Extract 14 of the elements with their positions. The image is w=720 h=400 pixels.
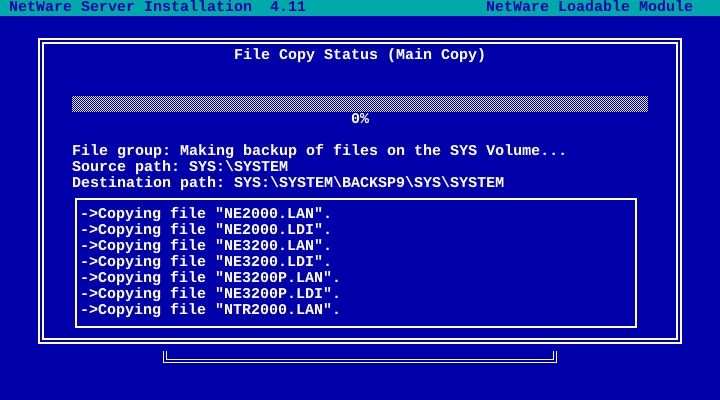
info-line: File group: Making backup of files on the SYS Volume... bbox=[72, 144, 568, 160]
log-line: ->Copying file "NE2000.LDI". bbox=[80, 223, 332, 239]
log-line: ->Copying file "NE3200P.LDI". bbox=[80, 287, 342, 303]
info-line: Destination path: SYS:\SYSTEM\BACKSP9\SYS\SYSTEM bbox=[72, 176, 504, 192]
module-label: NetWare Loadable Module bbox=[486, 0, 693, 16]
log-line: ->Copying file "NE3200.LDI". bbox=[80, 255, 332, 271]
log-line: ->Copying file "NE3200.LAN". bbox=[80, 239, 332, 255]
info-line: Source path: SYS:\SYSTEM bbox=[72, 160, 288, 176]
log-line: ->Copying file "NTR2000.LAN". bbox=[80, 303, 342, 319]
dialog-title: File Copy Status (Main Copy) bbox=[232, 48, 488, 64]
log-line: ->Copying file "NE3200P.LAN". bbox=[80, 271, 342, 287]
progress-percent: 0% bbox=[350, 112, 370, 128]
app-title: NetWare Server Installation 4.11 bbox=[9, 0, 306, 16]
log-line: ->Copying file "NE2000.LAN". bbox=[80, 207, 332, 223]
